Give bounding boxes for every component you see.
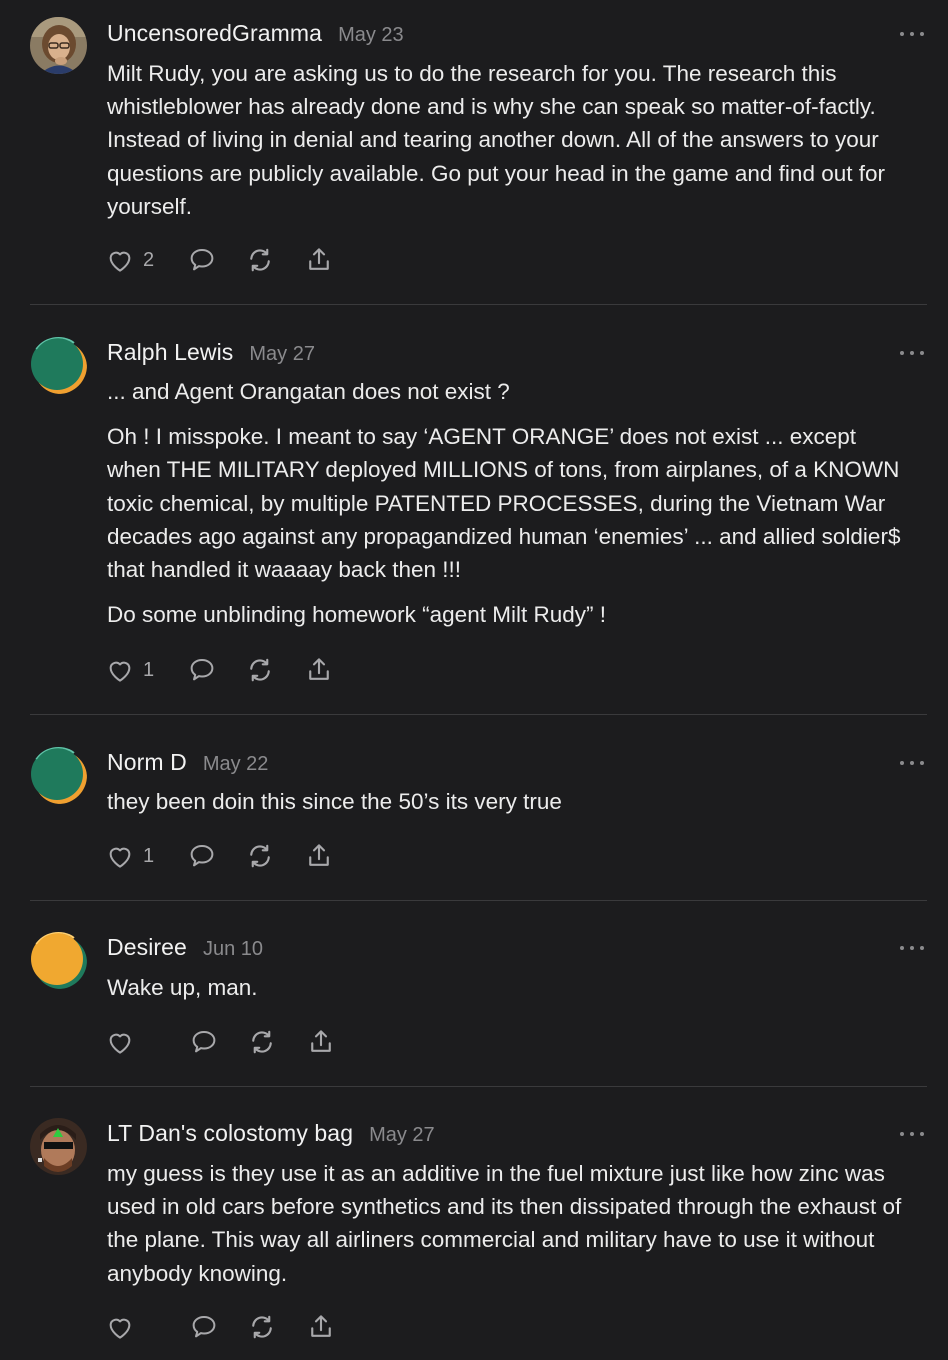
author-name[interactable]: Norm D xyxy=(107,749,187,776)
comment-text: my guess is they use it as an additive i… xyxy=(107,1161,902,1286)
comment-date[interactable]: May 27 xyxy=(369,1124,435,1147)
comment-body: they been doin this since the 50’s its v… xyxy=(107,785,915,818)
more-options-icon[interactable] xyxy=(900,758,924,768)
comment-bubble-icon xyxy=(192,1031,216,1053)
restack-icon xyxy=(252,1030,272,1054)
avatar[interactable] xyxy=(30,747,87,804)
like-button[interactable]: 1 xyxy=(105,841,154,871)
restack-button[interactable] xyxy=(247,1312,277,1342)
restack-icon xyxy=(252,1315,272,1339)
share-button[interactable] xyxy=(304,655,334,685)
user-photo-icon xyxy=(30,1118,87,1175)
reply-button[interactable] xyxy=(187,841,217,871)
user-photo-icon xyxy=(30,17,87,74)
comment-text: they been doin this since the 50’s its v… xyxy=(107,789,562,814)
comment-header: Norm D May 22 xyxy=(107,749,268,776)
like-count: 2 xyxy=(143,248,155,271)
share-button[interactable] xyxy=(304,841,334,871)
comment-header: LT Dan's colostomy bag May 27 xyxy=(107,1120,435,1147)
restack-button[interactable] xyxy=(245,245,275,275)
comment-header: UncensoredGramma May 23 xyxy=(107,20,404,47)
comment-actions xyxy=(105,1311,336,1343)
default-avatar-icon xyxy=(31,932,87,989)
share-button[interactable] xyxy=(306,1027,336,1057)
comment-text: Wake up, man. xyxy=(107,975,258,1000)
like-button[interactable]: 1 xyxy=(105,655,154,685)
restack-icon xyxy=(250,844,270,868)
more-options-icon[interactable] xyxy=(900,943,924,953)
restack-icon xyxy=(250,248,270,272)
like-count: 1 xyxy=(143,844,155,867)
author-name[interactable]: LT Dan's colostomy bag xyxy=(107,1120,353,1147)
more-options-icon[interactable] xyxy=(900,29,924,39)
author-name[interactable]: Desiree xyxy=(107,934,187,961)
comment-actions: 2 xyxy=(105,244,334,276)
restack-icon xyxy=(250,658,270,682)
comment-body: ... and Agent Orangatan does not exist ?… xyxy=(107,375,915,631)
comment-date[interactable]: May 23 xyxy=(338,24,404,47)
comment-actions xyxy=(105,1026,336,1058)
comment-text: Milt Rudy, you are asking us to do the r… xyxy=(107,61,885,219)
reply-button[interactable] xyxy=(187,655,217,685)
share-icon xyxy=(311,1315,331,1337)
default-avatar-icon xyxy=(31,747,87,804)
avatar[interactable] xyxy=(30,932,87,989)
avatar[interactable] xyxy=(30,1118,87,1175)
comment-body: Milt Rudy, you are asking us to do the r… xyxy=(107,57,915,223)
comment-date[interactable]: Jun 10 xyxy=(203,938,263,961)
like-button[interactable]: 2 xyxy=(105,245,154,275)
comment-header: Ralph Lewis May 27 xyxy=(107,339,315,366)
like-button[interactable] xyxy=(105,1027,143,1057)
share-icon xyxy=(311,1030,331,1052)
divider xyxy=(30,304,927,305)
comment-date[interactable]: May 22 xyxy=(203,753,269,776)
heart-icon xyxy=(109,1318,131,1339)
share-button[interactable] xyxy=(304,245,334,275)
comment-text: ... and Agent Orangatan does not exist ? xyxy=(107,379,510,404)
heart-icon xyxy=(109,661,131,682)
share-icon xyxy=(309,658,329,680)
comment-bubble-icon xyxy=(192,1316,216,1338)
comment-actions: 1 xyxy=(105,840,334,872)
author-name[interactable]: Ralph Lewis xyxy=(107,339,233,366)
comment-date[interactable]: May 27 xyxy=(249,343,315,366)
comment-body: my guess is they use it as an additive i… xyxy=(107,1157,915,1290)
comment-text: Do some unblinding homework “agent Milt … xyxy=(107,602,606,628)
heart-icon xyxy=(109,847,131,868)
comment-bubble-icon xyxy=(190,249,214,271)
comment-actions: 1 xyxy=(105,654,334,686)
comment-bubble-icon xyxy=(190,845,214,867)
heart-icon xyxy=(109,251,131,272)
heart-icon xyxy=(109,1033,131,1054)
more-options-icon[interactable] xyxy=(900,348,924,358)
comment-text: Oh ! I misspoke. I meant to say ‘AGENT O… xyxy=(107,424,901,583)
restack-button[interactable] xyxy=(245,841,275,871)
restack-button[interactable] xyxy=(247,1027,277,1057)
divider xyxy=(30,900,927,901)
like-button[interactable] xyxy=(105,1312,143,1342)
reply-button[interactable] xyxy=(187,245,217,275)
comment-bubble-icon xyxy=(190,659,214,681)
share-button[interactable] xyxy=(306,1312,336,1342)
author-name[interactable]: UncensoredGramma xyxy=(107,20,322,47)
avatar[interactable] xyxy=(30,17,87,74)
avatar[interactable] xyxy=(30,337,87,394)
more-options-icon[interactable] xyxy=(900,1129,924,1139)
comment-header: Desiree Jun 10 xyxy=(107,934,263,961)
reply-button[interactable] xyxy=(189,1312,219,1342)
divider xyxy=(30,714,927,715)
like-count: 1 xyxy=(143,658,155,681)
share-icon xyxy=(309,844,329,866)
divider xyxy=(30,1086,927,1087)
restack-button[interactable] xyxy=(245,655,275,685)
default-avatar-icon xyxy=(31,337,87,394)
reply-button[interactable] xyxy=(189,1027,219,1057)
comment-body: Wake up, man. xyxy=(107,971,915,1004)
share-icon xyxy=(309,248,329,270)
